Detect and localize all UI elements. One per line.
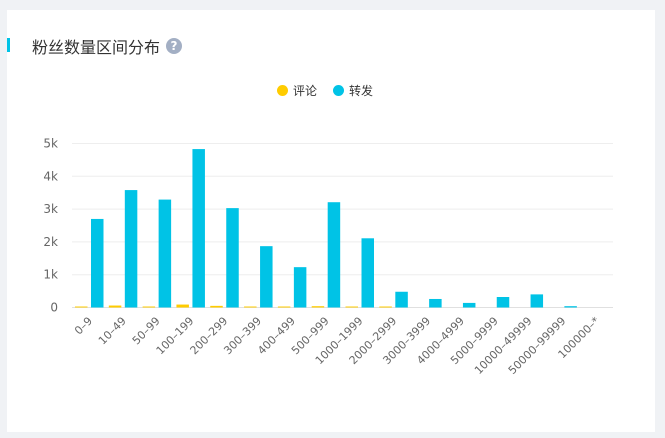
bar-comments (277, 306, 291, 308)
bar-comments (345, 306, 358, 308)
bar-chart: 01k2k3k4k5k0–9 10–49 50–99100–199200–29930… (43, 137, 613, 377)
bar-reposts (158, 199, 172, 308)
bar-reposts (226, 208, 239, 308)
y-tick-label: 5k (43, 137, 58, 151)
bar-comments (75, 306, 88, 308)
bar-comments (244, 306, 257, 308)
x-tick-label: 10–49 (96, 314, 129, 347)
x-tick-label: 0–9 (72, 314, 95, 337)
y-tick-label: 0 (50, 301, 58, 315)
bar-reposts (462, 302, 476, 308)
bar-reposts (361, 238, 374, 308)
y-tick-label: 4k (43, 169, 58, 183)
bar-comments (379, 306, 392, 308)
bar-comments (142, 306, 156, 308)
bar-reposts (124, 190, 138, 308)
bar-comments (311, 306, 325, 308)
y-tick-label: 1k (43, 268, 58, 282)
y-tick-label: 2k (43, 235, 58, 249)
bar-comments (108, 305, 122, 308)
bar-reposts (327, 202, 341, 308)
bar-reposts (260, 246, 273, 308)
bar-reposts (530, 294, 544, 308)
x-tick-label: 50–99 (130, 314, 163, 347)
bar-reposts (395, 291, 408, 308)
bar-reposts (192, 149, 205, 308)
bar-reposts (293, 267, 307, 308)
bar-reposts (564, 306, 577, 308)
bar-comments (176, 304, 189, 308)
bar-reposts (496, 297, 510, 308)
bar-reposts (429, 298, 442, 308)
y-tick-label: 3k (43, 202, 58, 216)
bar-reposts (91, 218, 104, 308)
bar-comments (210, 305, 223, 308)
